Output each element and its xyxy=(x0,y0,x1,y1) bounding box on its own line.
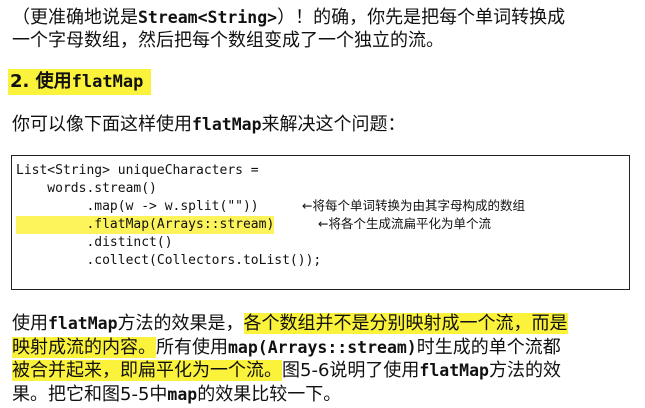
body-text: 所有使用 xyxy=(156,336,228,358)
inline-code: Stream<String> xyxy=(138,8,278,27)
body-text: 时生成的单个流都 xyxy=(416,336,561,358)
body-text: 方法的效 xyxy=(488,360,561,381)
code-line: List<String> uniqueCharacters = xyxy=(16,163,259,178)
highlighted-text: 映射成流的内容。 xyxy=(12,336,156,358)
inline-code: flatMap xyxy=(419,361,489,380)
code-annotation: ←将各个生成流扁平化为单个流 xyxy=(318,216,491,231)
lead-text: 你可以像下面这样使用 xyxy=(12,114,192,135)
code-line: .collect(Collectors.toList()); xyxy=(16,253,322,268)
heading-prefix: 使用 xyxy=(35,71,72,92)
intro-text: ）！的确，你先是把每个单词转换成 xyxy=(277,7,566,28)
heading-code: flatMap xyxy=(71,72,144,92)
highlighted-text: 被合并起来，即扁平化为一个流。 xyxy=(12,360,282,381)
body-text: 果。把它和图5-5中 xyxy=(12,383,168,405)
code-line-highlighted: .flatMap(Arrays::stream) xyxy=(16,216,275,234)
lead-text: 来解决这个问题： xyxy=(261,114,406,135)
intro-text: 一个字母数组，然后把每个数组变成了一个独立的流。 xyxy=(12,30,444,51)
body-text: 的效果比较一下。 xyxy=(197,383,342,405)
section-heading: 2. 使用flatMap xyxy=(8,69,152,95)
code-line: .map(w -> w.split("")) xyxy=(16,199,259,214)
highlighted-text: 各个数组并不是分别映射成一个流，而是 xyxy=(243,313,568,334)
inline-code: map xyxy=(167,384,198,404)
inline-code: flatMap xyxy=(48,314,118,333)
body-text: 方法的效果是， xyxy=(117,313,244,334)
inline-code: flatMap xyxy=(192,115,262,134)
body-text: 图5-6说明了使用 xyxy=(282,360,420,381)
intro-text: （更准确地说是 xyxy=(12,7,138,28)
code-listing: List<String> uniqueCharacters = words.st… xyxy=(11,155,630,290)
intro-paragraph: （更准确地说是Stream<String>）！的确，你先是把每个单词转换成 一个… xyxy=(12,6,636,52)
code-annotation: ←将每个单词转换为由其字母构成的数组 xyxy=(302,198,525,213)
inline-code: map(Arrays::stream) xyxy=(228,337,417,357)
body-text: 使用 xyxy=(12,313,48,334)
lead-paragraph: 你可以像下面这样使用flatMap来解决这个问题： xyxy=(12,113,636,136)
heading-number: 2. xyxy=(10,71,30,92)
conclusion-paragraph: 使用flatMap方法的效果是，各个数组并不是分别映射成一个流，而是 映射成流的… xyxy=(12,312,636,406)
code-line: .distinct() xyxy=(16,235,173,250)
code-line: words.stream() xyxy=(16,181,157,196)
